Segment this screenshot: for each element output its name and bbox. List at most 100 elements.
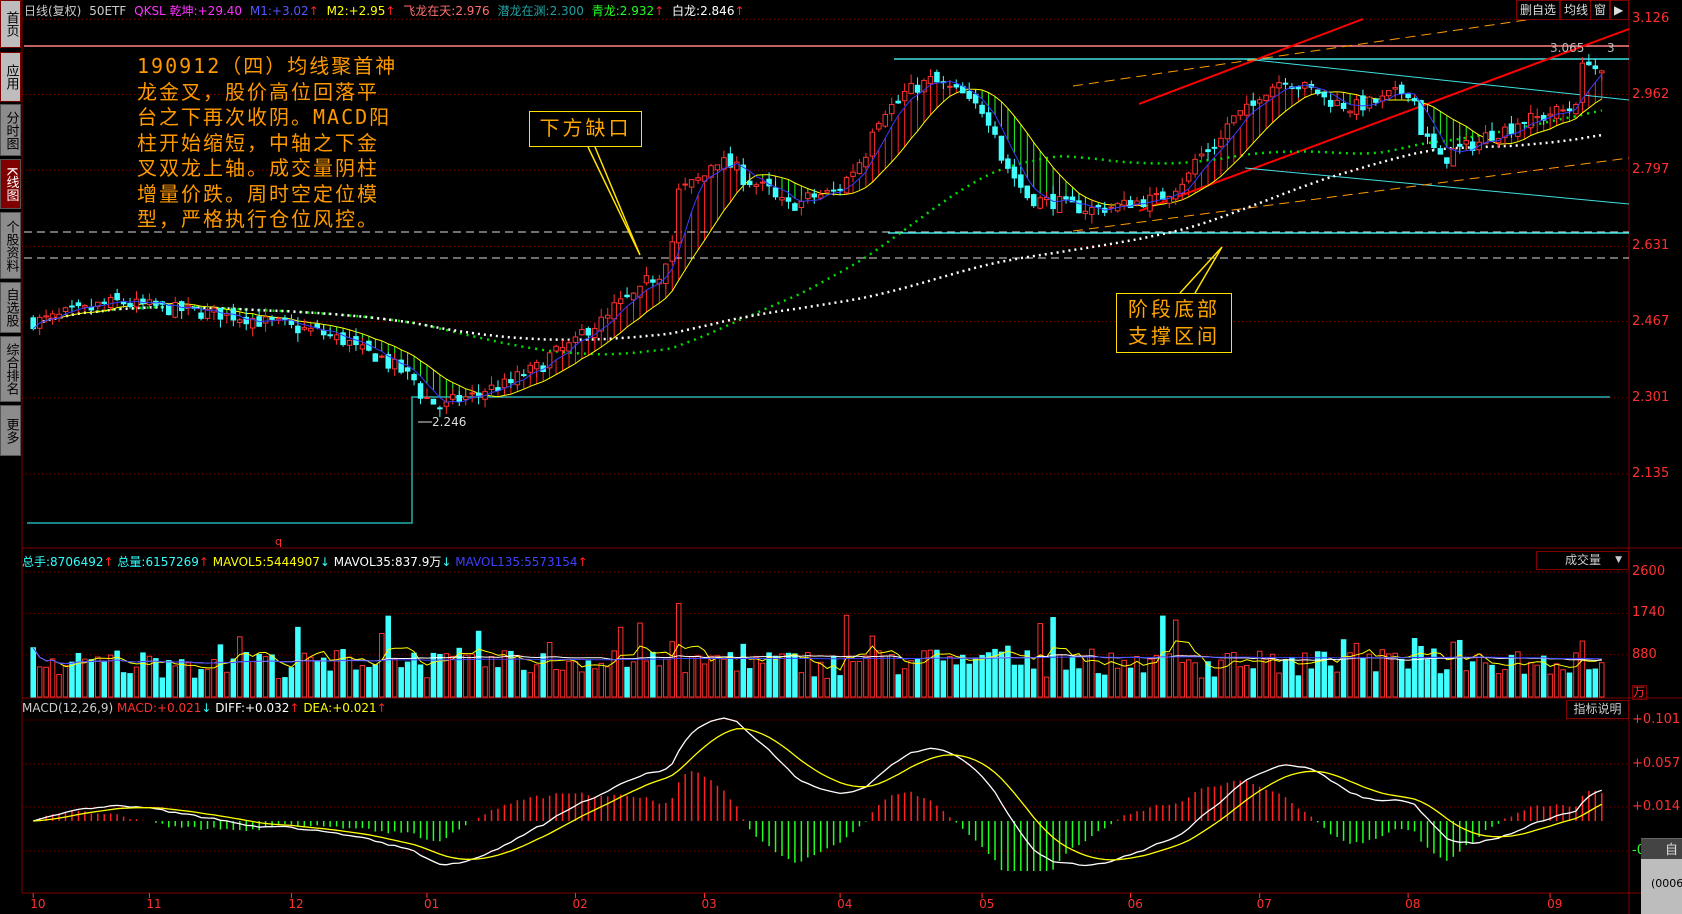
candle-body bbox=[1263, 94, 1269, 102]
volume-bar bbox=[359, 665, 366, 698]
volume-bar bbox=[1250, 668, 1256, 698]
candle-body bbox=[1231, 115, 1237, 124]
candle-body bbox=[985, 112, 992, 126]
volume-bar bbox=[966, 663, 972, 698]
volume-bar bbox=[1353, 642, 1360, 698]
delete-watchlist-button[interactable]: 删自选 bbox=[1516, 0, 1561, 20]
volume-bar bbox=[211, 658, 217, 698]
volume-bar bbox=[972, 657, 979, 698]
volume-bar bbox=[1411, 638, 1418, 698]
candle-body bbox=[585, 328, 592, 336]
volume-bar bbox=[417, 664, 424, 698]
candle-body bbox=[204, 309, 211, 319]
candle-body bbox=[1373, 98, 1379, 103]
candle-body bbox=[1592, 65, 1599, 70]
candle-body bbox=[1431, 133, 1437, 149]
volume-bar bbox=[320, 657, 327, 698]
axis-label: +0.014 bbox=[1632, 799, 1681, 814]
volume-bar bbox=[708, 655, 714, 698]
volume-bar bbox=[327, 670, 333, 698]
volume-bar bbox=[811, 676, 818, 698]
candle-body bbox=[1030, 194, 1037, 207]
volume-bar bbox=[785, 652, 792, 698]
corner-label-a: 自 bbox=[1641, 839, 1682, 859]
high-price-label: 3.065 bbox=[1550, 41, 1585, 55]
axis-label: +0.057 bbox=[1632, 756, 1681, 771]
indicator-selector[interactable]: 成交量 ▼ bbox=[1536, 551, 1629, 570]
volume-bar bbox=[559, 669, 566, 698]
volume-bar bbox=[727, 652, 734, 698]
indicator-name[interactable]: QKSL bbox=[134, 4, 166, 18]
candle-body bbox=[830, 189, 837, 192]
candle-body bbox=[166, 304, 172, 316]
high-count-label: 3 bbox=[1607, 41, 1615, 55]
candle-body bbox=[443, 401, 450, 407]
volume-bar bbox=[1373, 671, 1379, 698]
volume-bar bbox=[1450, 641, 1457, 698]
selector-label: 成交量 bbox=[1565, 553, 1602, 567]
volume-bar bbox=[1424, 659, 1431, 698]
candle-body bbox=[869, 131, 876, 157]
qinglong-value: 2.932 bbox=[619, 4, 655, 18]
candle-body bbox=[1160, 191, 1166, 201]
volume-bar bbox=[1502, 669, 1508, 698]
volume-bar bbox=[469, 653, 475, 698]
volume-bar bbox=[243, 652, 249, 698]
candle-body bbox=[295, 325, 301, 334]
volume-bar bbox=[75, 652, 82, 698]
volume-header: 总手:8706492↑ 总量:6157269↑ MAVOL5:5444907↓ … bbox=[22, 555, 588, 569]
candle-body bbox=[1586, 61, 1592, 66]
candle-body bbox=[1450, 148, 1457, 167]
candle-body bbox=[882, 113, 889, 127]
volume-bar bbox=[514, 655, 521, 698]
candle-body bbox=[837, 188, 843, 191]
candle-body bbox=[1198, 153, 1205, 157]
window-button[interactable]: 窗 bbox=[1590, 0, 1611, 20]
period-label[interactable]: 日线(复权) bbox=[24, 4, 81, 18]
candle-body bbox=[850, 171, 856, 177]
volume-bar bbox=[979, 654, 985, 698]
candle-body bbox=[308, 327, 314, 332]
corner-panel[interactable]: 自 (0006 bbox=[1641, 838, 1682, 914]
x-tick-label: 12 bbox=[288, 897, 304, 911]
candle-body bbox=[424, 397, 430, 400]
volume-bar bbox=[385, 615, 392, 698]
volume-bar bbox=[1534, 664, 1540, 698]
volume-bar bbox=[772, 655, 779, 698]
candle-body bbox=[508, 379, 514, 384]
arrow-right-bar-icon[interactable]: ▶ bbox=[1610, 0, 1629, 20]
volume-bar bbox=[1366, 653, 1373, 698]
volume-bar bbox=[133, 666, 140, 698]
candle-body bbox=[914, 84, 921, 93]
candle-body bbox=[650, 279, 656, 283]
candle-body bbox=[1534, 116, 1540, 119]
x-tick-label: 01 bbox=[423, 897, 440, 911]
candle-body bbox=[450, 394, 456, 400]
indicator-help-button[interactable]: 指标说明 bbox=[1566, 700, 1629, 719]
candle-body bbox=[927, 76, 934, 84]
volume-bar bbox=[592, 668, 598, 698]
candle-body bbox=[359, 344, 366, 350]
candle-body bbox=[908, 83, 914, 94]
volume-bar bbox=[398, 667, 404, 698]
axis-label: 2.631 bbox=[1632, 238, 1670, 254]
volume-bar bbox=[1018, 664, 1024, 698]
candle-body bbox=[1205, 149, 1211, 153]
candle-body bbox=[1108, 206, 1114, 209]
volume-bar bbox=[450, 655, 456, 698]
candle-body bbox=[1153, 193, 1160, 196]
gap-pointer bbox=[587, 146, 641, 256]
volume-bar bbox=[1379, 649, 1386, 698]
candle-body bbox=[346, 339, 353, 346]
volume-bar bbox=[1398, 658, 1405, 698]
volume-bar bbox=[49, 658, 56, 698]
candle-body bbox=[178, 301, 185, 312]
candle-body bbox=[417, 383, 424, 399]
moving-average-button[interactable]: 均线 bbox=[1560, 0, 1593, 20]
volume-bar bbox=[863, 655, 869, 698]
candle-body bbox=[391, 358, 398, 370]
volume-bar bbox=[1082, 656, 1089, 698]
candle-body bbox=[437, 407, 443, 410]
axis-label: +0.101 bbox=[1632, 712, 1681, 727]
volume-bar bbox=[69, 661, 75, 698]
